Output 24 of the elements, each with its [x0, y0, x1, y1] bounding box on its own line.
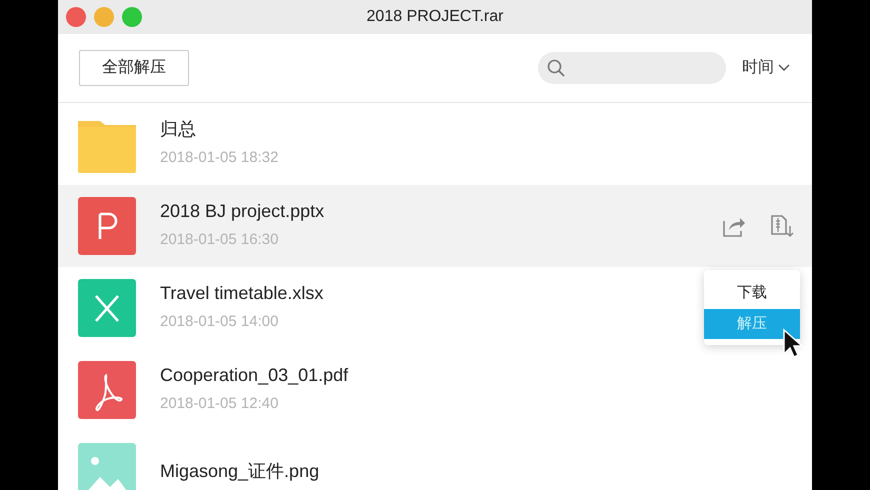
window-minimize-button[interactable]	[94, 7, 114, 27]
file-date: 2018-01-05 14:00	[160, 312, 278, 332]
menu-item[interactable]: 下载	[704, 278, 800, 308]
file-name: 归总	[160, 118, 196, 141]
chevron-down-icon	[778, 64, 790, 72]
file-date: 2018-01-05 12:40	[160, 394, 278, 414]
file-name: Migasong_证件.png	[160, 461, 320, 483]
pdf-file-icon	[78, 361, 136, 419]
extract-all-button[interactable]: 全部解压	[79, 50, 189, 86]
spreadsheet-file-icon	[78, 279, 136, 337]
window-close-button[interactable]	[66, 7, 86, 27]
file-date: 2018-01-05 16:30	[160, 230, 278, 250]
file-name: Travel timetable.xlsx	[160, 282, 324, 305]
sort-dropdown[interactable]: 时间	[742, 56, 790, 80]
file-name: Cooperation_03_01.pdf	[160, 364, 348, 387]
file-name: 2018 BJ project.pptx	[160, 200, 324, 223]
selected-file-row[interactable]: 2018 BJ project.pptx 2018-01-05 16:30	[58, 185, 812, 267]
search-icon	[547, 59, 565, 77]
search-field[interactable]	[538, 52, 726, 84]
window-title: 2018 PROJECT.rar	[366, 7, 504, 27]
window-maximize-button[interactable]	[122, 7, 142, 27]
presentation-file-icon	[78, 197, 136, 255]
file-date: 2018-01-05 18:32	[160, 148, 278, 168]
extract-button[interactable]	[770, 214, 794, 238]
